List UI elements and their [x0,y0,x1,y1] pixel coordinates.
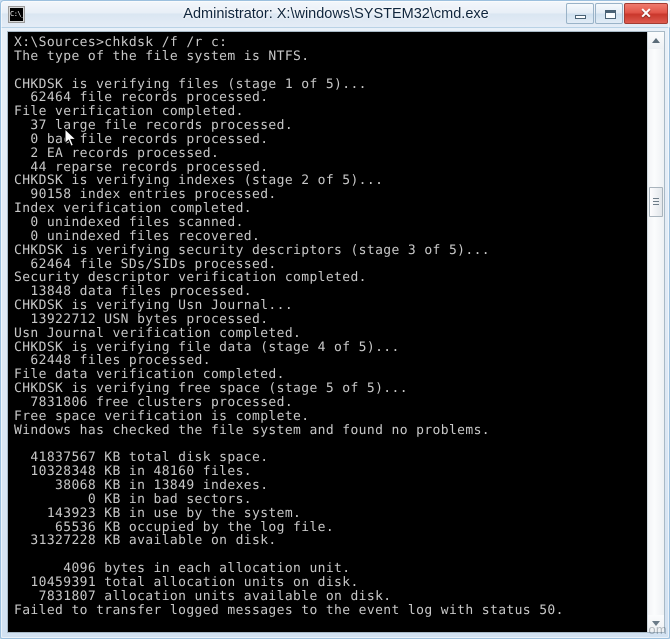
cmd-console-icon[interactable]: C:\_ [8,6,25,23]
close-button[interactable]: ✕ [624,3,668,24]
chevron-down-icon [652,621,660,626]
scrollbar-thumb[interactable] [649,187,663,217]
caption-buttons: ✕ [566,3,668,24]
maximize-button[interactable] [595,3,623,24]
minimize-icon [575,15,586,19]
cmd-window: C:\_ Administrator: X:\windows\SYSTEM32\… [0,0,670,639]
console-client-area: X:\Sources>chkdsk /f /r c: The type of t… [7,31,665,633]
minimize-button[interactable] [566,3,594,24]
scroll-down-arrow[interactable] [648,615,664,632]
chevron-up-icon [652,38,660,43]
scroll-up-arrow[interactable] [648,32,664,49]
window-titlebar[interactable]: C:\_ Administrator: X:\windows\SYSTEM32\… [1,1,670,28]
grip-lines-icon [653,198,659,206]
maximize-icon [605,10,616,19]
close-icon: ✕ [640,5,652,21]
cmd-console-icon-text: C:\_ [10,8,23,21]
console-output-surface[interactable]: X:\Sources>chkdsk /f /r c: The type of t… [8,32,648,632]
vertical-scrollbar[interactable] [647,32,664,632]
console-output-text: X:\Sources>chkdsk /f /r c: The type of t… [14,35,564,618]
